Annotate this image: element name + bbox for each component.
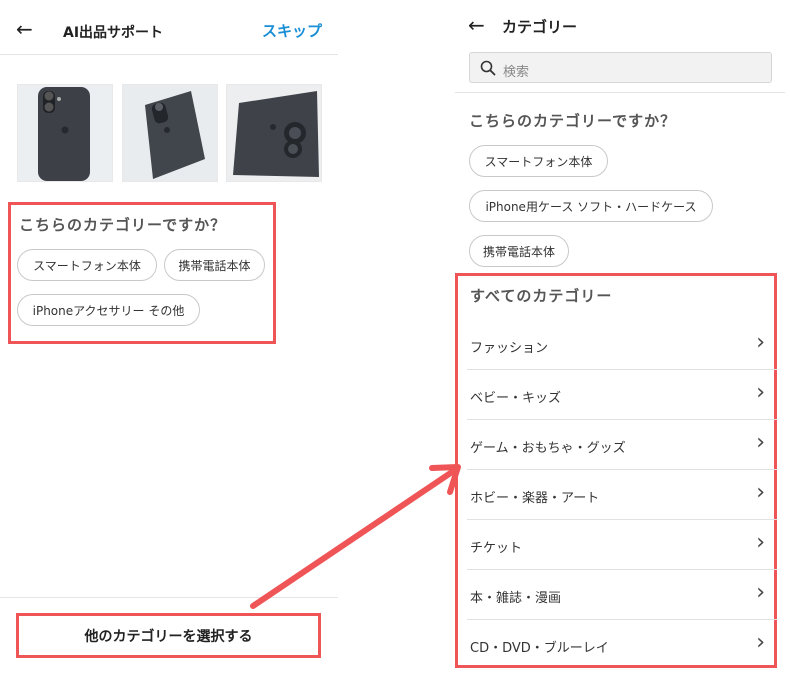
chevron-right-icon: › bbox=[756, 380, 765, 405]
category-chip[interactable]: 携帯電話本体 bbox=[469, 235, 569, 267]
chevron-right-icon: › bbox=[756, 430, 765, 455]
chevron-right-icon: › bbox=[756, 630, 765, 655]
back-arrow-icon[interactable]: ← bbox=[468, 15, 485, 35]
category-row[interactable]: チケット › bbox=[455, 520, 777, 570]
chevron-right-icon: › bbox=[756, 580, 765, 605]
category-row-label: チケット bbox=[470, 541, 523, 556]
search-divider bbox=[455, 92, 785, 93]
chevron-right-icon: › bbox=[756, 480, 765, 505]
all-categories-title: すべてのカテゴリー bbox=[470, 287, 613, 305]
chevron-right-icon: › bbox=[756, 530, 765, 555]
category-row[interactable]: ベビー・キッズ › bbox=[455, 370, 777, 420]
page-title: カテゴリー bbox=[502, 18, 578, 36]
category-row[interactable]: CD・DVD・ブルーレイ › bbox=[455, 620, 777, 670]
category-row[interactable]: 本・雑誌・漫画 › bbox=[455, 570, 777, 620]
category-row[interactable]: ファッション › bbox=[455, 320, 777, 370]
category-chip[interactable]: スマートフォン本体 bbox=[469, 145, 608, 177]
suggest-title: こちらのカテゴリーですか？ bbox=[469, 112, 677, 130]
chevron-right-icon: › bbox=[756, 330, 765, 355]
category-chip[interactable]: iPhone用ケース ソフト・ハードケース bbox=[469, 190, 713, 222]
search-icon bbox=[480, 60, 496, 76]
category-row[interactable]: ホビー・楽器・アート › bbox=[455, 470, 777, 520]
category-row-label: CD・DVD・ブルーレイ bbox=[470, 641, 609, 656]
category-row-label: 本・雑誌・漫画 bbox=[470, 591, 562, 606]
category-row-label: ホビー・楽器・アート bbox=[470, 491, 600, 506]
category-row-label: ファッション bbox=[470, 341, 549, 356]
category-row-label: ベビー・キッズ bbox=[470, 391, 562, 406]
category-row[interactable]: ゲーム・おもちゃ・グッズ › bbox=[455, 420, 777, 470]
category-row-label: ゲーム・おもちゃ・グッズ bbox=[470, 441, 626, 456]
search-input[interactable]: 検索 bbox=[469, 52, 772, 83]
search-placeholder: 検索 bbox=[503, 65, 530, 80]
